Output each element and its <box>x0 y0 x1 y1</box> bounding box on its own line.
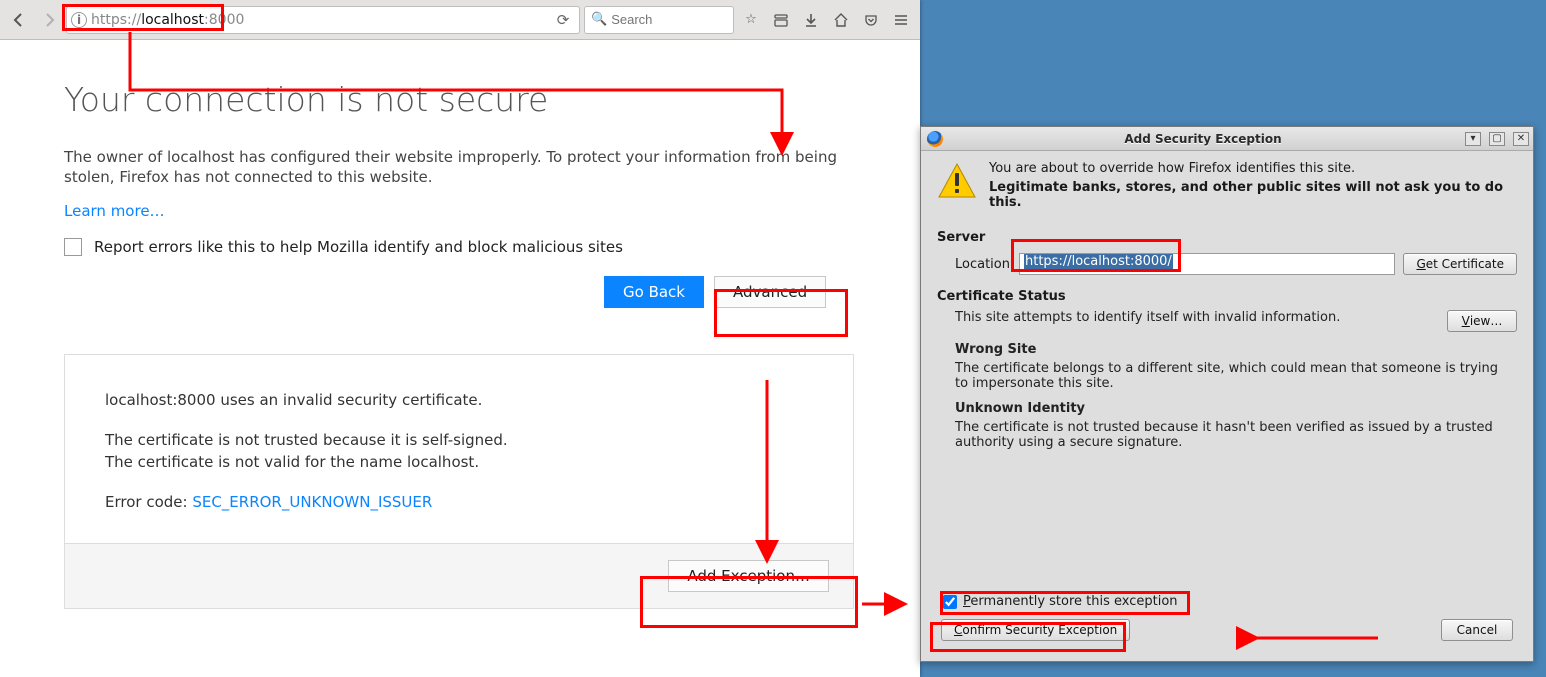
page-title: Your connection is not secure <box>64 80 920 119</box>
bookmark-star-icon[interactable]: ☆ <box>738 7 764 33</box>
reload-button[interactable]: ⟳ <box>551 11 575 29</box>
confirm-exception-button[interactable]: Confirm Security Exception <box>941 619 1130 641</box>
forward-button[interactable] <box>36 7 62 33</box>
wrong-site-text: The certificate belongs to a different s… <box>955 361 1515 391</box>
search-icon: 🔍 <box>591 12 607 27</box>
unknown-identity-heading: Unknown Identity <box>955 401 1517 416</box>
add-exception-button[interactable]: Add Exception… <box>668 560 829 592</box>
dialog-titlebar: Add Security Exception ▾ ▢ ✕ <box>921 127 1533 151</box>
permanently-store-checkbox[interactable] <box>943 595 957 609</box>
dialog-title: Add Security Exception <box>949 132 1457 146</box>
window-close-button[interactable]: ✕ <box>1513 132 1529 146</box>
menu-icon[interactable] <box>888 7 914 33</box>
window-maximize-button[interactable]: ▢ <box>1489 132 1505 146</box>
unknown-identity-text: The certificate is not trusted because i… <box>955 420 1515 450</box>
learn-more-link[interactable]: Learn more… <box>64 202 165 220</box>
window-minimize-button[interactable]: ▾ <box>1465 132 1481 146</box>
cancel-button[interactable]: Cancel <box>1441 619 1513 641</box>
firefox-window: i https://localhost:8000 ⟳ 🔍 ☆ <box>0 0 920 677</box>
location-input[interactable]: https://localhost:8000/ <box>1019 253 1395 275</box>
location-value: https://localhost:8000/ <box>1024 254 1173 269</box>
error-code-link[interactable]: SEC_ERROR_UNKNOWN_ISSUER <box>192 493 432 511</box>
location-label: Location: <box>955 257 1011 272</box>
adv-line3: The certificate is not valid for the nam… <box>105 453 813 471</box>
report-errors-row: Report errors like this to help Mozilla … <box>64 238 920 256</box>
url-bar[interactable]: i https://localhost:8000 ⟳ <box>66 6 580 34</box>
toolbar: i https://localhost:8000 ⟳ 🔍 ☆ <box>0 0 920 40</box>
advanced-panel: localhost:8000 uses an invalid security … <box>64 354 854 609</box>
back-button[interactable] <box>6 7 32 33</box>
dialog-intro1: You are about to override how Firefox id… <box>989 161 1517 176</box>
error-description: The owner of localhost has configured th… <box>64 147 854 188</box>
downloads-icon[interactable] <box>798 7 824 33</box>
report-checkbox[interactable] <box>64 238 82 256</box>
cert-status-heading: Certificate Status <box>937 289 1517 304</box>
get-certificate-button[interactable]: Get Certificate <box>1403 253 1517 275</box>
adv-line2: The certificate is not trusted because i… <box>105 431 813 449</box>
page-content: Your connection is not secure The owner … <box>0 40 920 677</box>
firefox-icon <box>927 131 943 147</box>
warning-icon <box>937 161 977 201</box>
library-icon[interactable] <box>768 7 794 33</box>
server-heading: Server <box>937 230 1517 245</box>
report-label: Report errors like this to help Mozilla … <box>94 238 623 256</box>
home-icon[interactable] <box>828 7 854 33</box>
adv-line1: localhost:8000 uses an invalid security … <box>105 391 813 409</box>
cert-status-text: This site attempts to identify itself wi… <box>955 310 1340 325</box>
add-security-exception-dialog: Add Security Exception ▾ ▢ ✕ You are abo… <box>920 126 1534 662</box>
permanently-store-label: Permanently store this exception <box>963 594 1178 609</box>
view-cert-button[interactable]: View… <box>1447 310 1517 332</box>
search-bar[interactable]: 🔍 <box>584 6 734 34</box>
go-back-button[interactable]: Go Back <box>604 276 704 308</box>
advanced-button[interactable]: Advanced <box>714 276 826 308</box>
pocket-icon[interactable] <box>858 7 884 33</box>
error-code-row: Error code: SEC_ERROR_UNKNOWN_ISSUER <box>105 493 813 511</box>
wrong-site-heading: Wrong Site <box>955 342 1517 357</box>
dialog-intro2: Legitimate banks, stores, and other publ… <box>989 180 1517 210</box>
